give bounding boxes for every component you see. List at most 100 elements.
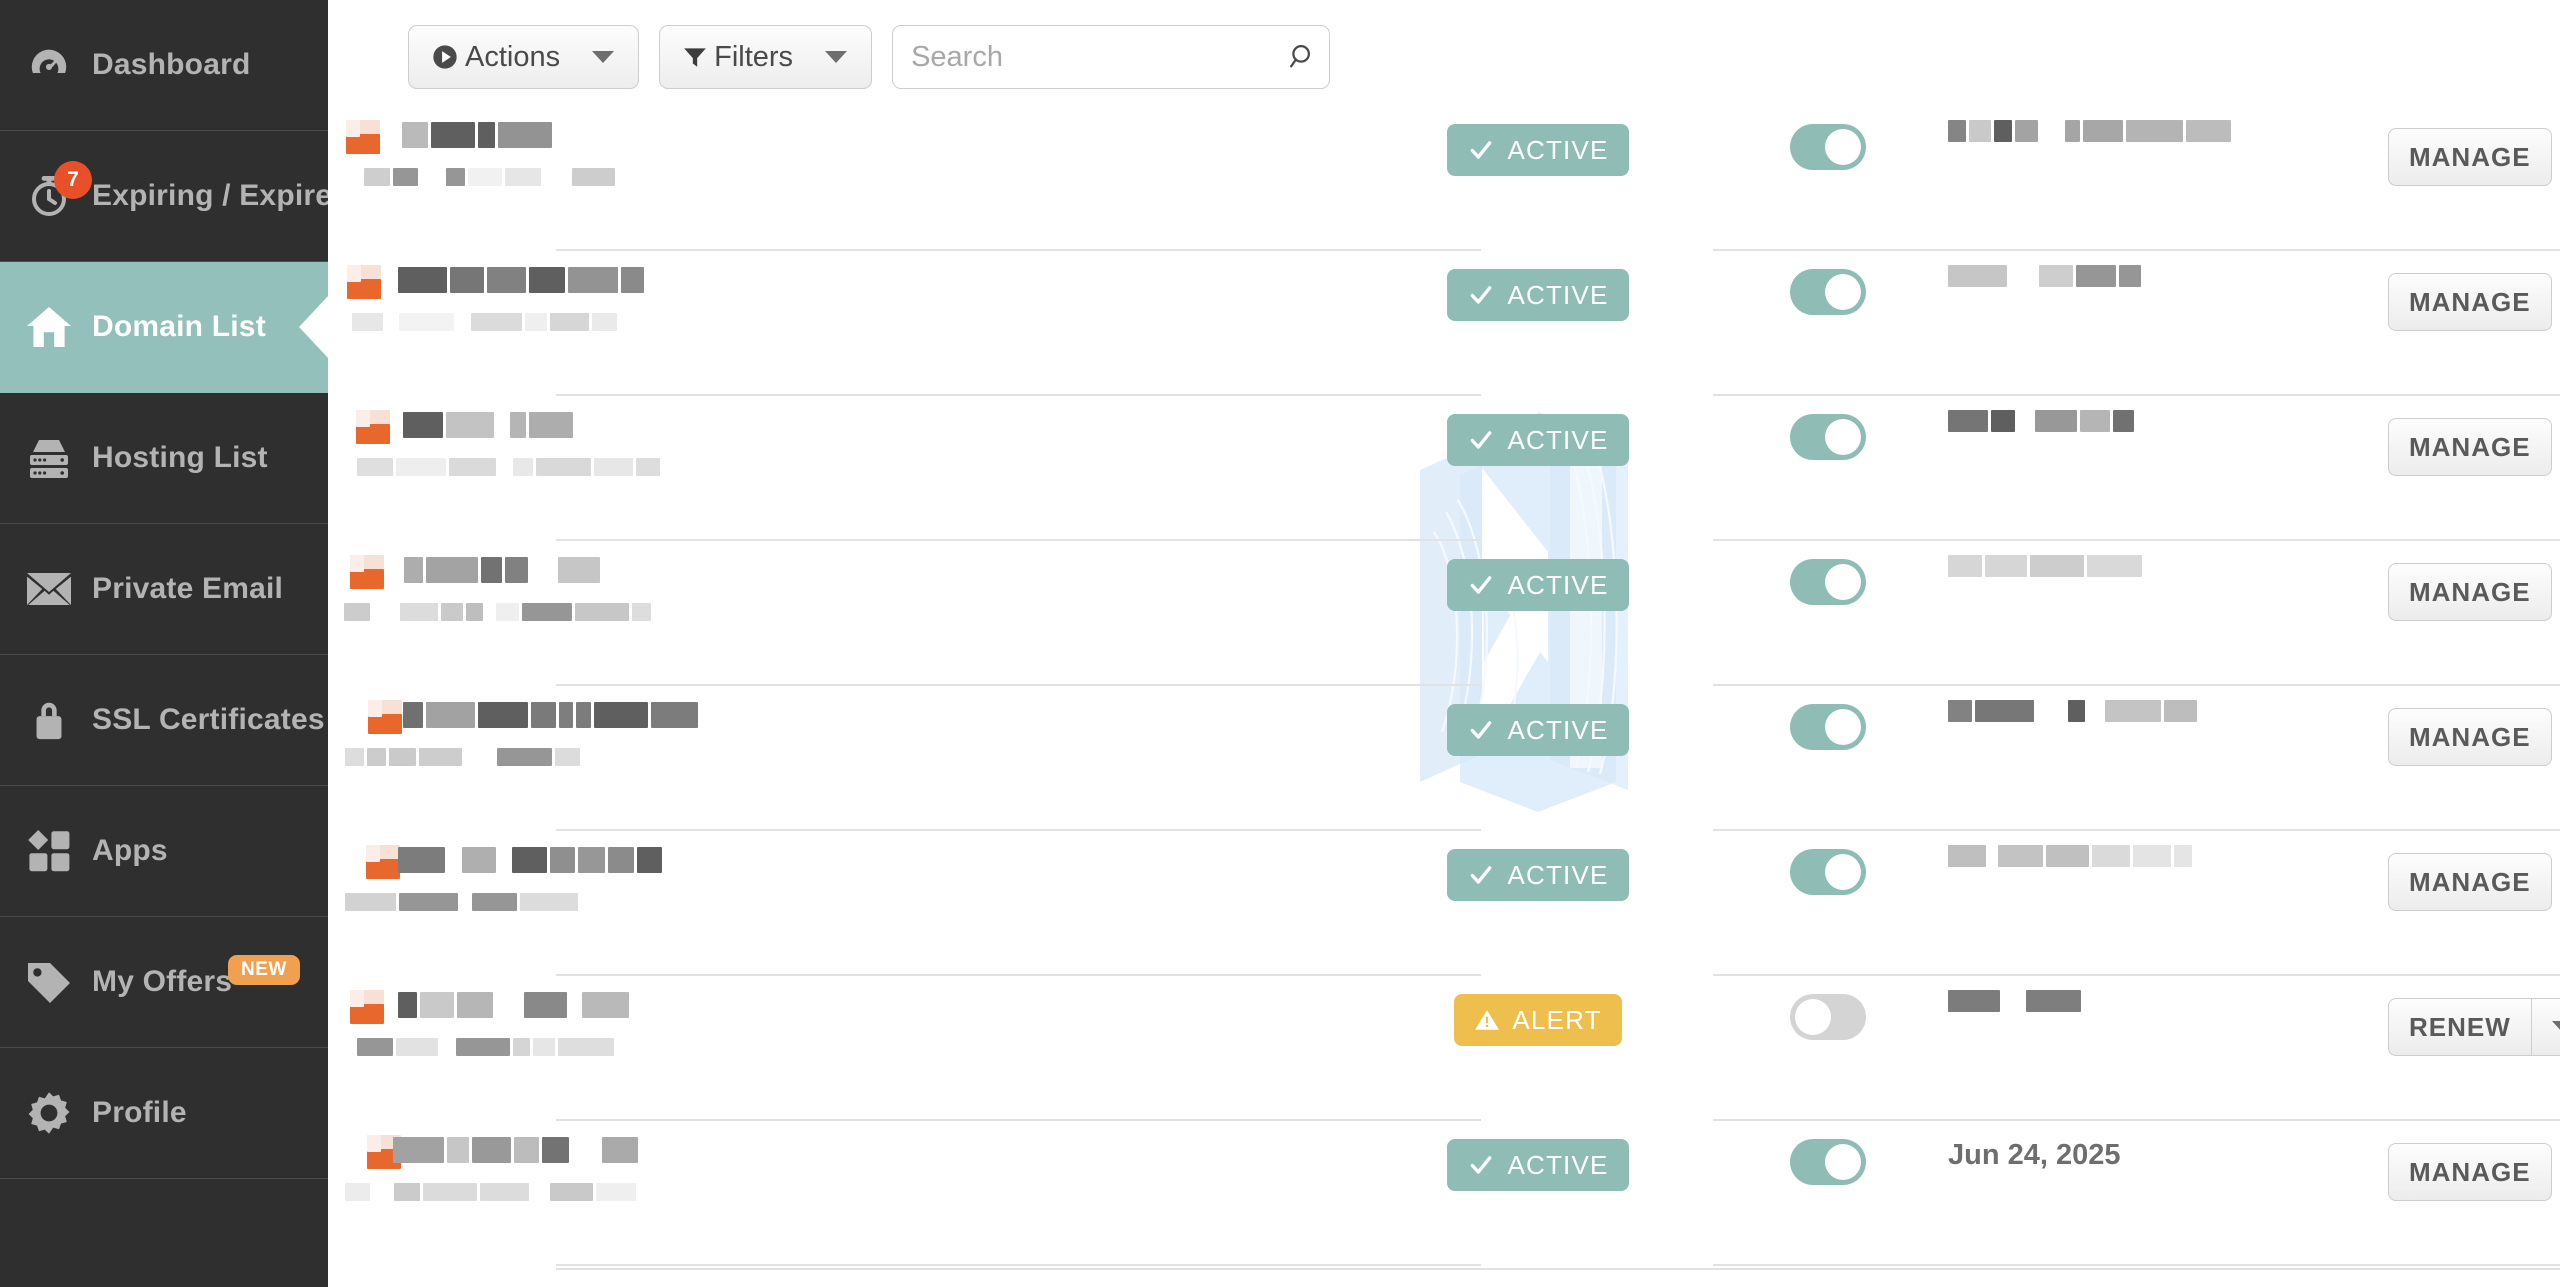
autorenew-toggle[interactable]: [1790, 1139, 1866, 1185]
sidebar-item-hosting-list[interactable]: Hosting List: [0, 393, 328, 524]
status-label: ACTIVE: [1507, 714, 1609, 745]
table-row[interactable]: ACTIVE MANAGE: [328, 831, 2560, 976]
autorenew-cell: [1728, 1121, 1928, 1266]
autorenew-cell: [1728, 396, 1928, 541]
filters-button[interactable]: Filters: [659, 25, 873, 89]
gear-icon: [18, 1082, 80, 1144]
funnel-icon: [660, 44, 708, 70]
domain-name-redacted[interactable]: [328, 976, 848, 1121]
domain-cell: [328, 106, 848, 251]
sidebar-item-label: Hosting List: [92, 441, 268, 474]
expiry-cell: [1948, 686, 2368, 831]
autorenew-toggle[interactable]: [1790, 414, 1866, 460]
status-badge: ACTIVE: [1447, 849, 1629, 901]
check-icon: [1467, 1152, 1495, 1178]
lock-icon: [18, 689, 80, 751]
sidebar-item-expiring-expired[interactable]: Expiring / Expired 7: [0, 131, 350, 262]
autorenew-toggle[interactable]: [1790, 559, 1866, 605]
manage-button[interactable]: MANAGE: [2388, 708, 2552, 766]
sidebar-item-private-email[interactable]: Private Email: [0, 524, 328, 655]
autorenew-toggle[interactable]: [1790, 124, 1866, 170]
chevron-down-icon[interactable]: [825, 51, 848, 63]
sidebar-item-dashboard[interactable]: Dashboard: [0, 0, 328, 131]
domain-name-redacted[interactable]: [328, 396, 848, 541]
autorenew-toggle[interactable]: [1790, 704, 1866, 750]
manage-button[interactable]: MANAGE: [2388, 853, 2552, 911]
autorenew-toggle[interactable]: [1790, 849, 1866, 895]
toggle-knob: [1825, 129, 1861, 165]
autorenew-toggle[interactable]: [1790, 269, 1866, 315]
table-row[interactable]: ACTIVE Jun 24, 2025 MANAGE: [328, 1121, 2560, 1266]
expiry-date-redacted: [1948, 555, 2278, 595]
autorenew-cell: [1728, 976, 1928, 1121]
renew-split-button[interactable]: RENEW: [2388, 998, 2560, 1056]
manage-button[interactable]: MANAGE: [2388, 563, 2552, 621]
status-cell: ACTIVE: [1418, 541, 1658, 686]
check-icon: [1467, 572, 1495, 598]
status-label: ACTIVE: [1507, 134, 1609, 165]
domain-cell: [328, 1121, 848, 1266]
domain-name-redacted[interactable]: [328, 1121, 848, 1266]
status-label: ACTIVE: [1507, 569, 1609, 600]
renew-button[interactable]: RENEW: [2388, 998, 2531, 1056]
sidebar-item-domain-list[interactable]: Domain List: [0, 262, 329, 393]
autorenew-toggle[interactable]: [1790, 994, 1866, 1040]
action-cell: MANAGE: [2388, 251, 2560, 396]
sidebar-item-ssl-certificates[interactable]: SSL Certificates: [0, 655, 328, 786]
table-row[interactable]: ACTIVE MANAGE: [328, 541, 2560, 686]
magnifier-icon[interactable]: [1288, 42, 1318, 72]
sidebar-item-my-offers[interactable]: My Offers NEW: [0, 917, 328, 1048]
table-row[interactable]: ACTIVE MANAGE: [328, 106, 2560, 251]
expiry-date-redacted: [1948, 700, 2278, 740]
chevron-down-icon[interactable]: [592, 51, 615, 63]
sidebar-item-label: Expiring / Expired: [92, 179, 351, 212]
status-badge: ALERT: [1454, 994, 1622, 1046]
domain-name-redacted[interactable]: [328, 541, 848, 686]
expiry-cell: [1948, 251, 2368, 396]
table-bottom-divider: [556, 1268, 2560, 1270]
status-label: ACTIVE: [1507, 1149, 1609, 1180]
status-cell: ACTIVE: [1418, 106, 1658, 251]
sidebar-item-apps[interactable]: Apps: [0, 786, 328, 917]
expiry-date-redacted: [1948, 990, 2278, 1030]
renew-dropdown-toggle[interactable]: [2530, 998, 2560, 1056]
table-row[interactable]: ALERT RENEW: [328, 976, 2560, 1121]
table-row[interactable]: ACTIVE MANAGE: [328, 686, 2560, 831]
sidebar-item-label: Private Email: [92, 572, 284, 605]
filters-label: Filters: [714, 40, 794, 73]
domain-cell: [328, 251, 848, 396]
domain-cell: [328, 541, 848, 686]
chevron-down-icon: [2551, 1021, 2560, 1033]
table-row[interactable]: ACTIVE MANAGE: [328, 396, 2560, 541]
status-badge: ACTIVE: [1447, 269, 1629, 321]
sidebar-new-badge: NEW: [228, 955, 300, 985]
sidebar-item-profile[interactable]: Profile: [0, 1048, 328, 1179]
manage-button[interactable]: MANAGE: [2388, 418, 2552, 476]
status-cell: ACTIVE: [1418, 1121, 1658, 1266]
table-row[interactable]: ACTIVE MANAGE: [328, 251, 2560, 396]
check-icon: [1467, 862, 1495, 888]
expiry-date-redacted: [1948, 120, 2278, 160]
manage-button[interactable]: MANAGE: [2388, 128, 2552, 186]
domain-cell: [328, 396, 848, 541]
status-badge: ACTIVE: [1447, 414, 1629, 466]
manage-button[interactable]: MANAGE: [2388, 1143, 2552, 1201]
manage-button[interactable]: MANAGE: [2388, 273, 2552, 331]
domain-name-redacted[interactable]: [328, 106, 848, 251]
autorenew-cell: [1728, 106, 1928, 251]
actions-button[interactable]: Actions: [408, 25, 640, 89]
search-box[interactable]: [892, 25, 1331, 89]
action-cell: MANAGE: [2388, 686, 2560, 831]
sidebar-item-label: Apps: [92, 834, 168, 867]
status-label: ACTIVE: [1507, 279, 1609, 310]
sidebar-count-badge: 7: [54, 161, 92, 199]
toggle-knob: [1825, 1144, 1861, 1180]
active-indicator-notch: [299, 295, 329, 359]
domain-name-redacted[interactable]: [328, 686, 848, 831]
domain-name-redacted[interactable]: [328, 251, 848, 396]
sidebar-item-label: Profile: [92, 1096, 187, 1129]
sidebar: Dashboard Expiring / Expired 7 Domain Lis…: [0, 0, 350, 1287]
domain-name-redacted[interactable]: [328, 831, 848, 976]
expiry-date-redacted: [1948, 845, 2278, 885]
search-input[interactable]: [911, 40, 1289, 74]
